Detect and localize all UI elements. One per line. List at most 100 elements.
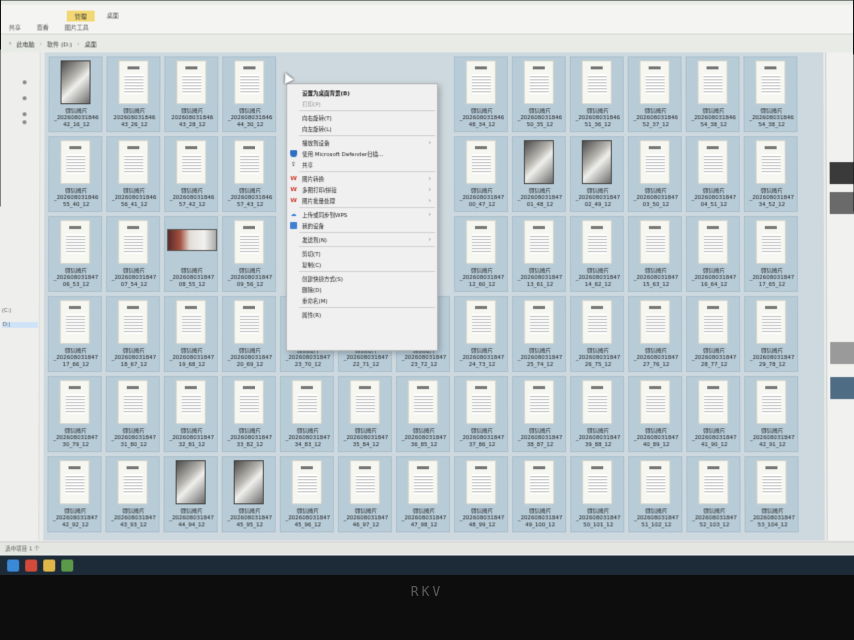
file-tile[interactable]: 微信图片 _202608031847 34_52_12 <box>743 136 798 213</box>
nav-drive-d[interactable]: D:) <box>1 322 38 329</box>
app-icon[interactable] <box>61 559 74 572</box>
context-menu-item[interactable]: 使用 Microsoft Defender扫描... <box>287 148 437 159</box>
folder-icon[interactable] <box>43 559 56 572</box>
file-tile[interactable]: 微信图片 _202608031847 34_83_12 <box>279 376 334 453</box>
file-tile[interactable]: 微信图片 _202608031847 37_86_12 <box>454 376 509 453</box>
context-menu-item[interactable]: ☁ 上传或同步到WPS › <box>287 209 437 220</box>
context-menu-item[interactable]: ⇪ 共享 <box>287 159 437 170</box>
file-tile[interactable]: 微信图片 _202608031846 56_41_12 <box>106 136 161 213</box>
start-icon[interactable] <box>7 559 20 572</box>
tab-view[interactable]: 查看 <box>37 23 49 32</box>
file-tile[interactable]: 微信图片 _202608031847 50_101_12 <box>570 456 625 533</box>
file-tile[interactable]: 微信图片 _202608031847 35_84_12 <box>337 376 392 453</box>
address-bar[interactable]: › 此电脑 › 软件 (D:) › 桌面 <box>1 36 830 50</box>
app-icon[interactable] <box>25 559 38 572</box>
file-tile[interactable]: 微信图片 _202608031847 08_55_12 <box>163 216 219 292</box>
context-menu-item[interactable]: W 多图打印/拼接 › <box>287 184 437 195</box>
nav-drive-c[interactable]: (C:) <box>2 308 11 314</box>
file-tile[interactable]: 微信图片 _202608031847 42_92_12 <box>47 456 102 533</box>
context-menu-item[interactable]: 我的设备 <box>287 220 437 231</box>
file-tile[interactable]: 微信图片 _202608031847 44_94_12 <box>163 456 218 533</box>
file-tile[interactable]: 微信图片 _202608031847 04_51_12 <box>685 136 740 213</box>
file-tile[interactable]: 微信图片 _202608031847 06_53_12 <box>47 216 103 292</box>
file-tile[interactable]: 微信图片 _202608031846 55_40_12 <box>48 136 103 213</box>
file-tile[interactable]: 微信图片 _202608031847 40_89_12 <box>628 376 683 453</box>
context-menu-item[interactable]: 属性(R) <box>287 309 437 320</box>
file-tile[interactable]: 微信图片 _202608031847 13_61_12 <box>511 216 567 292</box>
file-tile[interactable]: 微信图片 _202608031846 51_36_12 <box>569 56 624 133</box>
context-menu-item[interactable]: 播放到设备 › <box>287 137 437 148</box>
context-menu-item[interactable]: 重命名(M) <box>287 295 437 306</box>
file-tile[interactable]: 微信图片 _202608031847 07_54_12 <box>105 216 161 292</box>
pin-icon[interactable] <box>22 96 27 101</box>
file-tile[interactable]: 微信图片 _202608031847 29_78_12 <box>744 296 799 373</box>
context-menu-item[interactable]: 向右旋转(T) <box>287 112 437 123</box>
file-tile[interactable]: 微信图片 _202608031847 16_64_12 <box>685 216 741 292</box>
file-tile[interactable]: 微信图片 _202608031846 48_34_12 <box>453 56 508 133</box>
file-tile[interactable]: 微信图片 _202608031847 47_98_12 <box>395 456 451 533</box>
file-tile[interactable]: 微信图片 _202608031846 54_38_12 <box>685 56 740 133</box>
context-menu-item[interactable]: 剪切(T) <box>287 248 437 259</box>
file-tile[interactable]: 微信图片 _202608031847 51_102_12 <box>628 456 683 533</box>
context-menu-item[interactable]: 复制(C) <box>287 259 437 270</box>
context-menu-item[interactable]: 发送到(N) › <box>287 234 437 245</box>
breadcrumb-desktop[interactable]: 桌面 <box>84 39 96 48</box>
pin-icon[interactable] <box>22 80 27 85</box>
file-tile[interactable]: 微信图片 _202608031847 52_103_12 <box>686 456 741 533</box>
file-tile[interactable]: 微信图片 _202608031847 01_48_12 <box>511 136 566 213</box>
file-tile[interactable]: 微信图片 _202608031846 50_35_12 <box>511 56 566 133</box>
context-menu-item[interactable]: 删除(D) <box>287 284 437 295</box>
file-tile[interactable]: 微信图片 _202608031847 12_60_12 <box>453 216 509 292</box>
tab-picture-tools[interactable]: 图片工具 <box>65 23 89 32</box>
file-tile[interactable]: 微信图片 _202608031847 09_56_12 <box>221 216 277 292</box>
file-tile[interactable]: 微信图片 _202608031847 36_85_12 <box>395 376 451 453</box>
file-tile[interactable]: 微信图片 _202608031847 19_68_12 <box>163 296 218 373</box>
file-tile[interactable]: 微信图片 _202608031846 57_42_12 <box>164 136 219 213</box>
context-menu-item[interactable]: 设置为桌面背景(B) <box>287 87 437 98</box>
file-tile[interactable]: 微信图片 _202608031847 17_66_12 <box>47 296 102 373</box>
file-tile[interactable]: 微信图片 _202608031847 20_69_12 <box>221 296 276 373</box>
file-tile[interactable]: 微信图片 _202608031847 02_49_12 <box>569 136 624 213</box>
file-tile[interactable]: 微信图片 _202608031847 24_73_12 <box>454 296 509 373</box>
file-tile[interactable]: 微信图片 _202608031847 28_77_12 <box>686 296 741 373</box>
file-tile[interactable]: 微信图片 _202608031847 03_50_12 <box>627 136 682 213</box>
file-tile[interactable]: 微信图片 _202608031847 00_47_12 <box>453 136 508 213</box>
file-tile[interactable]: 微信图片 _202608031847 41_90_12 <box>686 376 741 453</box>
file-tile[interactable]: 微信图片 _202608031847 26_75_12 <box>570 296 625 373</box>
file-tile[interactable]: 微信图片 _202608031846 44_30_12 <box>222 56 277 133</box>
tab-share[interactable]: 共享 <box>9 23 21 32</box>
tab-manage[interactable]: 管理 <box>66 10 95 22</box>
file-tile[interactable]: 微信图片 _202608031847 18_67_12 <box>105 296 160 373</box>
breadcrumb-drive-d[interactable]: 软件 (D:) <box>47 39 72 48</box>
context-menu-item[interactable]: 创建快捷方式(S) <box>287 273 437 284</box>
file-tile[interactable]: 微信图片 _202608031847 14_62_12 <box>569 216 625 292</box>
chevron-right-icon[interactable]: › <box>9 39 12 47</box>
file-tile[interactable]: 微信图片 _202608031847 39_88_12 <box>570 376 625 453</box>
file-tile[interactable]: 微信图片 _202608031847 32_81_12 <box>163 376 218 453</box>
file-tile[interactable]: 微信图片 202608031846 43_28_12 <box>164 56 219 133</box>
file-tile[interactable]: 微信图片 _202608031847 53_104_12 <box>744 456 799 533</box>
file-tile[interactable]: 微信图片 _202608031847 43_93_12 <box>105 456 160 533</box>
file-tile[interactable]: 微信图片 _202608031847 27_76_12 <box>628 296 683 373</box>
file-tile[interactable]: 微信图片 _202608031847 42_91_12 <box>744 376 799 453</box>
file-tile[interactable]: 微信图片 _202608031847 38_87_12 <box>512 376 567 453</box>
file-tile[interactable]: 微信图片 _202608031846 42_16_12 <box>48 56 103 133</box>
file-tile[interactable]: 微信图片 _202608031847 33_82_12 <box>221 376 276 453</box>
file-tile[interactable]: 微信图片 _202608031847 15_63_12 <box>627 216 683 292</box>
file-tile[interactable]: 微信图片 202608031846 43_26_12 <box>106 56 161 133</box>
file-tile[interactable]: 微信图片 _202608031846 57_43_12 <box>222 136 277 213</box>
breadcrumb-this-pc[interactable]: 此电脑 <box>17 39 35 48</box>
file-tile[interactable]: 微信图片 _202608031847 48_99_12 <box>454 456 509 533</box>
file-tile[interactable]: 微信图片 _202608031847 17_65_12 <box>743 216 799 292</box>
pin-icon[interactable] <box>22 120 27 125</box>
file-tile[interactable]: 微信图片 _202608031847 25_74_12 <box>512 296 567 373</box>
file-tile[interactable]: 微信图片 _202608031847 31_80_12 <box>105 376 160 453</box>
file-tile[interactable]: 微信图片 _202608031847 45_95_12 <box>221 456 276 533</box>
file-tile[interactable]: 微信图片 _202608031847 46_97_12 <box>337 456 392 533</box>
file-tile[interactable]: 微信图片 _202608031847 49_100_12 <box>512 456 567 533</box>
context-menu-item[interactable]: W 图片转换 › <box>287 173 437 184</box>
file-tile[interactable]: 微信图片 _202608031846 52_37_12 <box>627 56 682 133</box>
pin-icon[interactable] <box>22 112 27 117</box>
file-tile[interactable]: 微信图片 _202608031847 45_96_12 <box>279 456 334 533</box>
file-tile[interactable]: 微信图片 _202608031846 54_38_12 <box>743 56 798 133</box>
